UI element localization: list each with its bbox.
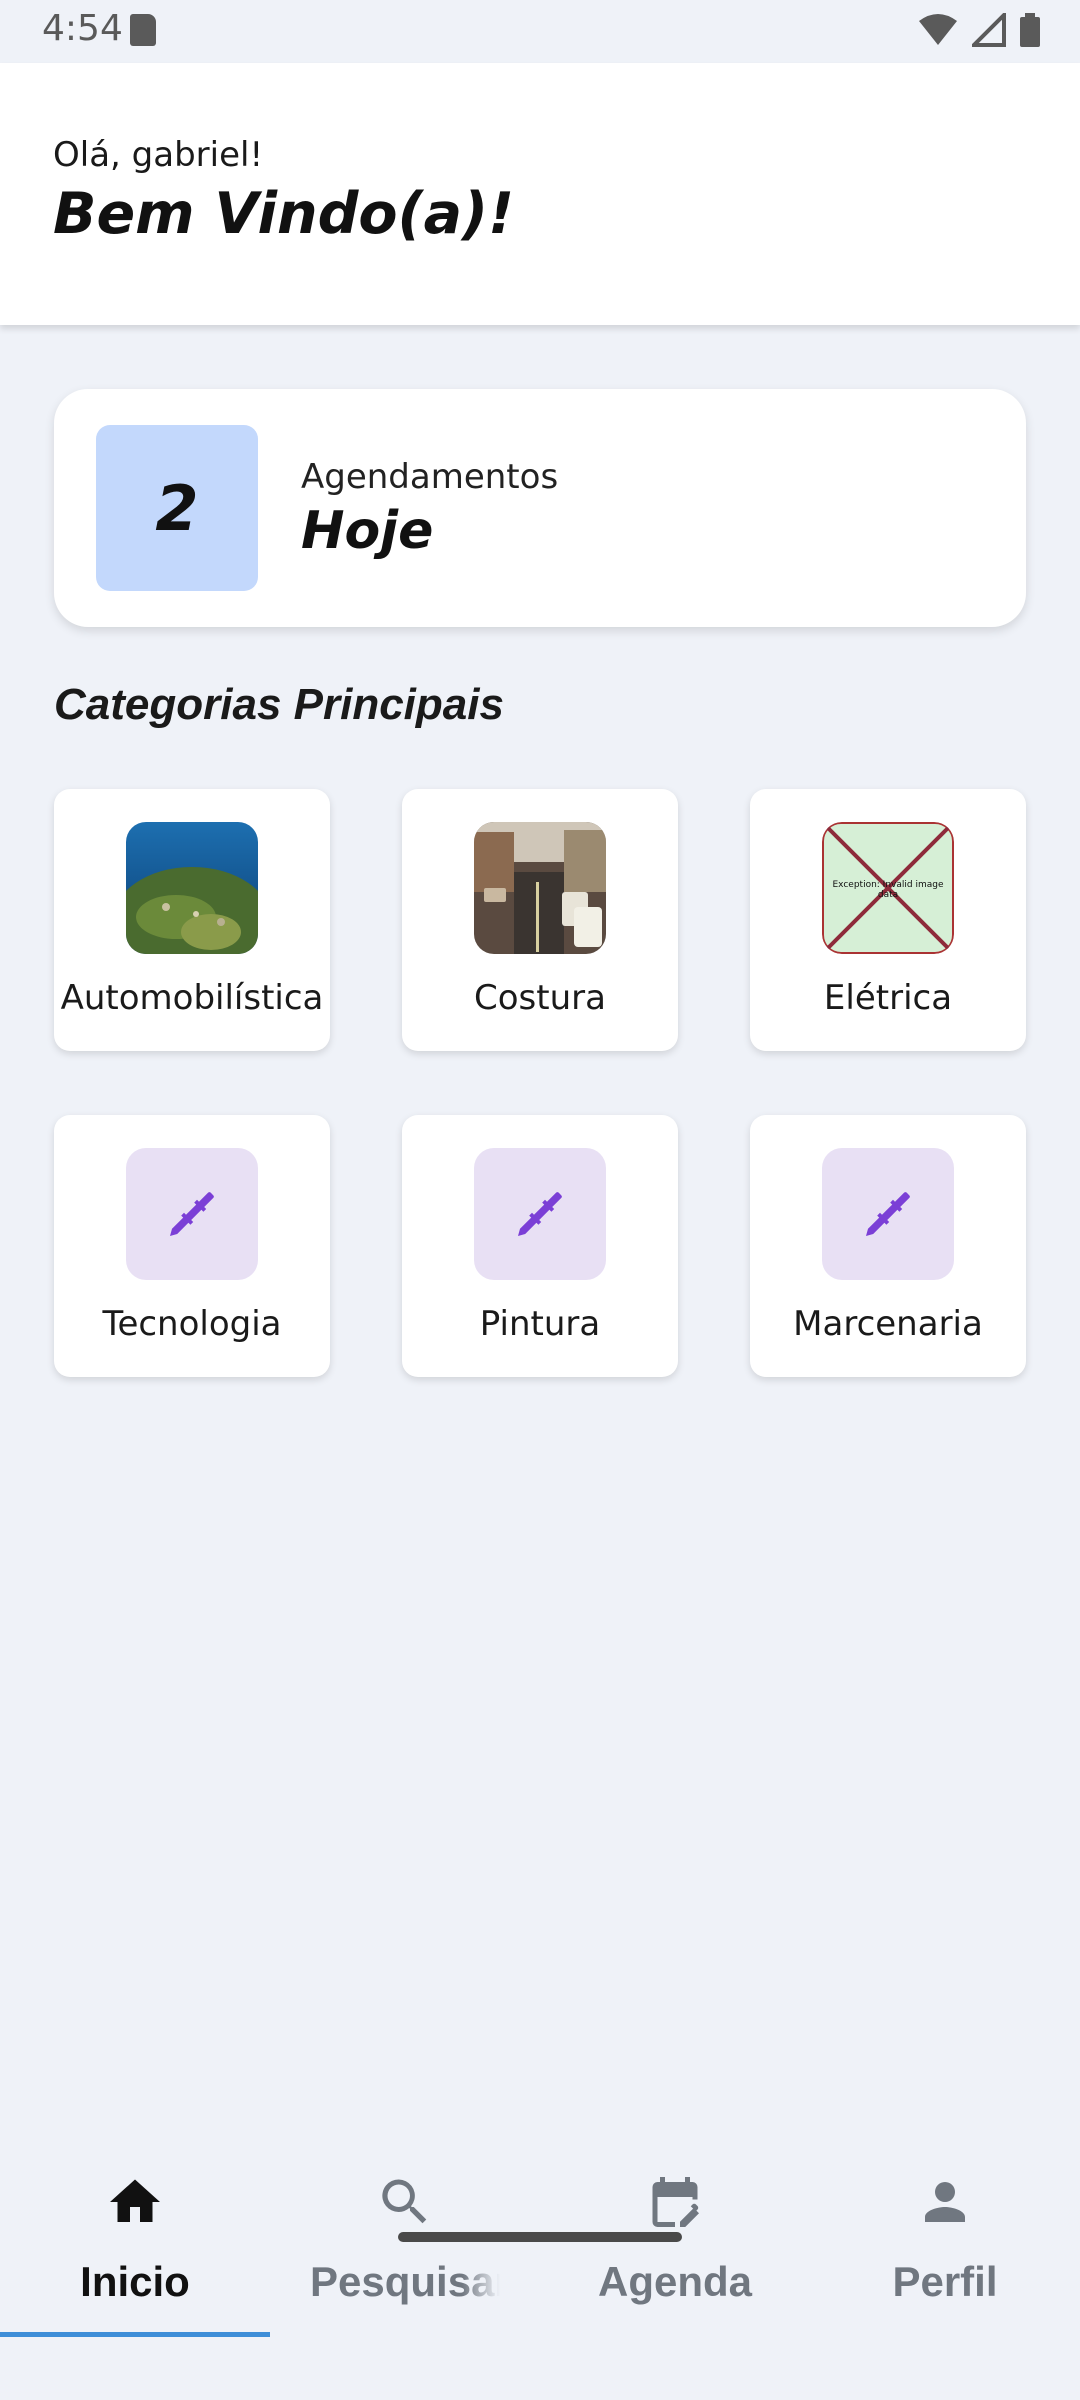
welcome-header: Olá, gabriel! Bem Vindo(a)! [0,63,1080,325]
category-card-eletrica[interactable]: Exception: Invalid image data Elétrica [750,789,1026,1051]
bottom-navigation: Inicio Pesquisar Agenda Perfil [0,2140,1080,2400]
active-tab-indicator [0,2332,270,2337]
image-error-text: Exception: Invalid image data [832,880,944,900]
system-icons [918,12,1040,48]
person-icon [925,2182,965,2222]
nav-label: Agenda [597,2258,752,2305]
appointments-label: Agendamentos [301,457,559,497]
calendar-edit-icon [652,2177,699,2227]
category-label: Automobilística [60,978,324,1018]
status-time: 4:54 [42,8,123,49]
nav-label: Perfil [892,2258,998,2305]
street-photo [474,822,606,954]
signal-icon [972,13,1006,47]
gesture-handle[interactable] [398,2232,682,2242]
island-photo [126,822,258,954]
wrench-icon [126,1148,258,1280]
categories-title: Categorias Principais [54,680,504,729]
category-card-tecnologia[interactable]: Tecnologia [54,1115,330,1377]
nav-item-inicio[interactable]: Inicio [0,2140,270,2340]
category-label: Tecnologia [102,1304,282,1344]
wrench-icon [822,1148,954,1280]
welcome-title: Bem Vindo(a)! [53,181,515,247]
nav-label: Pesquisar [310,2258,500,2305]
appointments-count: 2 [96,425,258,591]
search-icon [382,2179,427,2224]
category-label: Marcenaria [793,1304,983,1344]
appointments-today-card[interactable]: 2 Agendamentos Hoje [54,389,1026,627]
category-label: Elétrica [823,978,953,1018]
status-bar: 4:54 [0,0,1080,63]
category-card-marcenaria[interactable]: Marcenaria [750,1115,1026,1377]
invalid-image-placeholder: Exception: Invalid image data [822,822,954,954]
greeting-text: Olá, gabriel! [53,135,264,175]
category-label: Costura [474,978,606,1018]
battery-icon [1020,13,1040,47]
home-icon [110,2179,160,2222]
nav-item-perfil[interactable]: Perfil [810,2140,1080,2340]
category-card-costura[interactable]: Costura [402,789,678,1051]
sd-card-icon [130,14,156,46]
wrench-icon [474,1148,606,1280]
wifi-icon [919,14,957,45]
category-label: Pintura [479,1304,601,1344]
category-card-pintura[interactable]: Pintura [402,1115,678,1377]
nav-label: Inicio [80,2258,190,2305]
category-card-automobilistica[interactable]: Automobilística [54,789,330,1051]
appointments-sub: Hoje [301,501,434,561]
